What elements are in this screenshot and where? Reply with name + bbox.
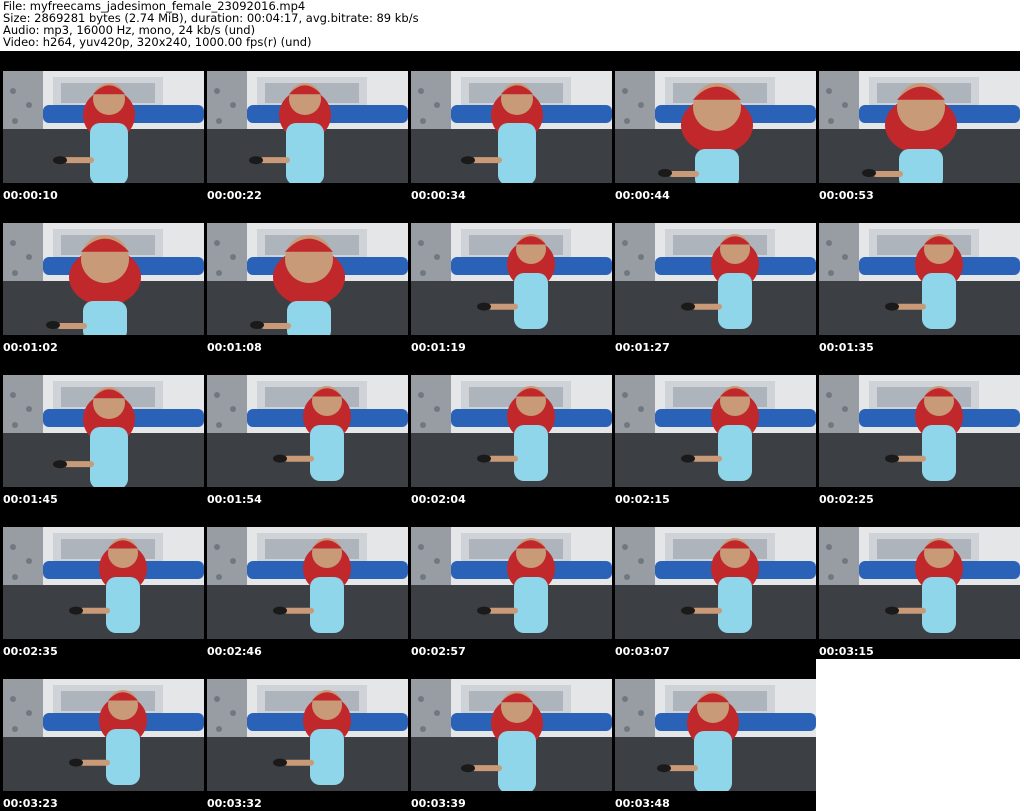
thumbnail-timestamp: 00:01:45 — [3, 493, 58, 506]
video-thumbnail[interactable]: 00:03:15 — [816, 507, 1020, 659]
thumbnail-frame-image — [411, 71, 612, 183]
thumbnail-grid: 00:00:10 00:00:22 00:00:34 00:00:44 00:00:53… — [0, 51, 1024, 811]
thumbnail-frame-image — [207, 375, 408, 487]
thumbnail-timestamp: 00:00:53 — [819, 189, 874, 202]
thumbnail-frame-image — [615, 223, 816, 335]
video-thumbnail[interactable]: 00:00:34 — [408, 51, 612, 203]
thumbnail-timestamp: 00:00:22 — [207, 189, 262, 202]
video-thumbnail[interactable]: 00:01:27 — [612, 203, 816, 355]
thumbnail-frame-image — [819, 223, 1020, 335]
thumbnail-timestamp: 00:00:10 — [3, 189, 58, 202]
video-thumbnail[interactable]: 00:01:54 — [204, 355, 408, 507]
thumbnail-frame-image — [3, 375, 204, 487]
file-info-header: File: myfreecams_jadesimon_female_230920… — [0, 0, 1024, 51]
thumbnail-frame-image — [411, 679, 612, 791]
thumbnail-timestamp: 00:03:39 — [411, 797, 466, 810]
thumbnail-frame-image — [3, 71, 204, 183]
video-thumbnail[interactable]: 00:01:02 — [0, 203, 204, 355]
video-thumbnail[interactable]: 00:00:22 — [204, 51, 408, 203]
thumbnail-frame-image — [207, 223, 408, 335]
thumbnail-timestamp: 00:02:15 — [615, 493, 670, 506]
video-thumbnail[interactable]: 00:02:25 — [816, 355, 1020, 507]
thumbnail-frame-image — [3, 679, 204, 791]
video-thumbnail[interactable]: 00:02:46 — [204, 507, 408, 659]
thumbnail-timestamp: 00:01:27 — [615, 341, 670, 354]
thumbnail-frame-image — [615, 679, 816, 791]
video-thumbnail[interactable]: 00:02:35 — [0, 507, 204, 659]
thumbnail-frame-image — [411, 527, 612, 639]
thumbnail-frame-image — [819, 71, 1020, 183]
thumbnail-timestamp: 00:02:57 — [411, 645, 466, 658]
thumbnail-timestamp: 00:01:54 — [207, 493, 262, 506]
thumbnail-timestamp: 00:03:15 — [819, 645, 874, 658]
thumbnail-frame-image — [3, 527, 204, 639]
thumbnail-frame-image — [207, 71, 408, 183]
video-thumbnail[interactable]: 00:01:08 — [204, 203, 408, 355]
thumbnail-frame-image — [819, 375, 1020, 487]
video-thumbnail[interactable]: 00:03:32 — [204, 659, 408, 811]
thumbnail-timestamp: 00:00:44 — [615, 189, 670, 202]
thumbnail-frame-image — [819, 527, 1020, 639]
thumbnail-frame-image — [411, 223, 612, 335]
thumbnail-frame-image — [615, 527, 816, 639]
video-thumbnail[interactable]: 00:00:10 — [0, 51, 204, 203]
video-thumbnail[interactable]: 00:02:15 — [612, 355, 816, 507]
video-thumbnail[interactable]: 00:00:44 — [612, 51, 816, 203]
video-thumbnail[interactable]: 00:03:48 — [612, 659, 816, 811]
thumbnail-timestamp: 00:03:07 — [615, 645, 670, 658]
video-thumbnail[interactable]: 00:03:39 — [408, 659, 612, 811]
thumbnail-timestamp: 00:02:35 — [3, 645, 58, 658]
thumbnail-timestamp: 00:02:04 — [411, 493, 466, 506]
video-thumbnail[interactable]: 00:03:23 — [0, 659, 204, 811]
thumbnail-frame-image — [207, 679, 408, 791]
thumbnail-frame-image — [615, 71, 816, 183]
thumbnail-frame-image — [207, 527, 408, 639]
video-thumbnail[interactable]: 00:03:07 — [612, 507, 816, 659]
thumbnail-timestamp: 00:02:25 — [819, 493, 874, 506]
thumbnail-timestamp: 00:03:23 — [3, 797, 58, 810]
thumbnail-frame-image — [411, 375, 612, 487]
video-thumbnail[interactable]: 00:02:57 — [408, 507, 612, 659]
thumbnail-timestamp: 00:00:34 — [411, 189, 466, 202]
video-thumbnail[interactable]: 00:01:45 — [0, 355, 204, 507]
thumbnail-timestamp: 00:03:32 — [207, 797, 262, 810]
video-thumbnail[interactable]: 00:01:19 — [408, 203, 612, 355]
thumbnail-frame-image — [615, 375, 816, 487]
thumbnail-timestamp: 00:03:48 — [615, 797, 670, 810]
video-thumbnail[interactable]: 00:00:53 — [816, 51, 1020, 203]
thumbnail-timestamp: 00:01:08 — [207, 341, 262, 354]
thumbnail-timestamp: 00:01:02 — [3, 341, 58, 354]
video-info-line: Video: h264, yuv420p, 320x240, 1000.00 f… — [3, 35, 312, 49]
thumbnail-timestamp: 00:01:35 — [819, 341, 874, 354]
thumbnail-timestamp: 00:02:46 — [207, 645, 262, 658]
video-thumbnail[interactable]: 00:01:35 — [816, 203, 1020, 355]
thumbnail-frame-image — [3, 223, 204, 335]
thumbnail-timestamp: 00:01:19 — [411, 341, 466, 354]
video-thumbnail[interactable]: 00:02:04 — [408, 355, 612, 507]
